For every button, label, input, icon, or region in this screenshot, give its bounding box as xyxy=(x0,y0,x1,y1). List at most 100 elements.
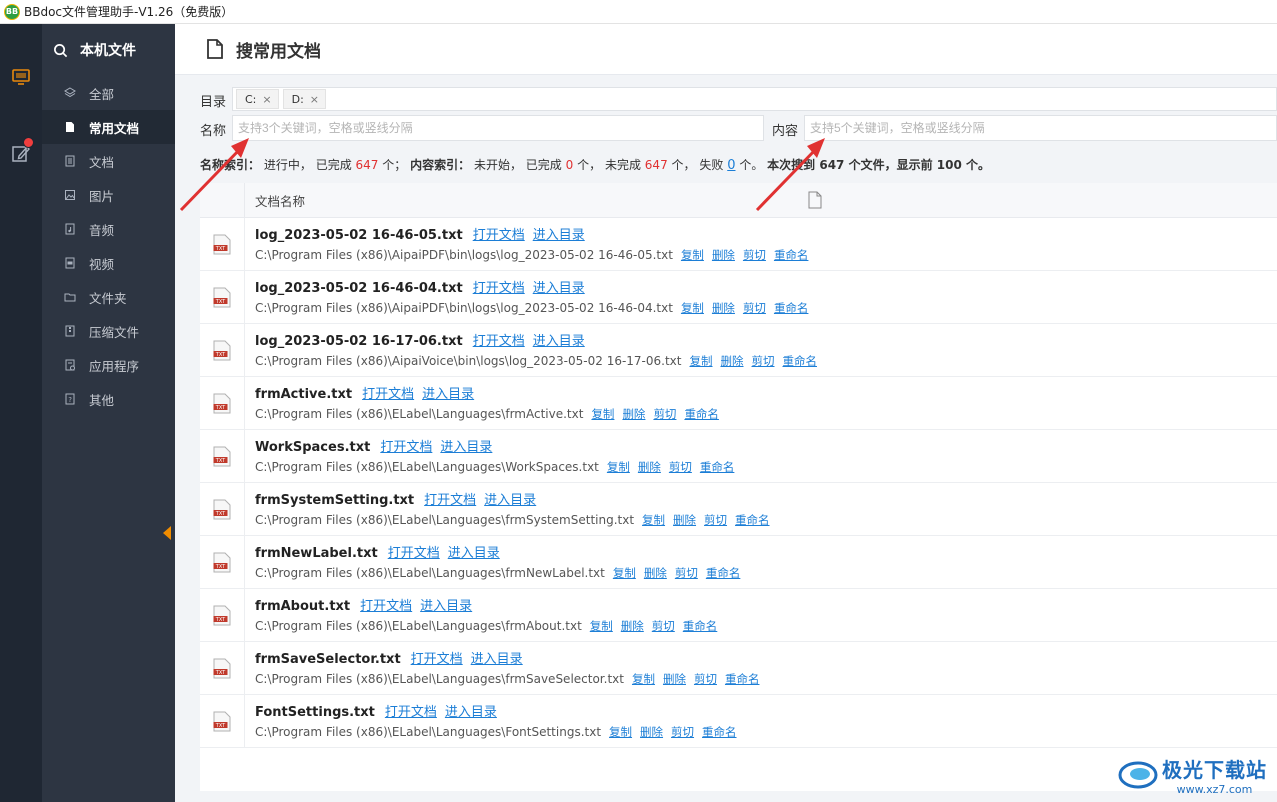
remove-chip-icon[interactable]: × xyxy=(262,93,271,106)
open-document-link[interactable]: 打开文档 xyxy=(380,436,432,455)
rail-edit-button[interactable] xyxy=(8,137,34,166)
open-folder-link[interactable]: 进入目录 xyxy=(533,330,585,349)
cut-link[interactable]: 剪切 xyxy=(652,618,675,634)
rename-link[interactable]: 重命名 xyxy=(683,618,718,634)
copy-link[interactable]: 复制 xyxy=(607,459,630,475)
cut-link[interactable]: 剪切 xyxy=(743,247,766,263)
delete-link[interactable]: 删除 xyxy=(663,671,686,687)
open-folder-link[interactable]: 进入目录 xyxy=(533,277,585,296)
dir-chip-c[interactable]: C: × xyxy=(236,89,279,109)
rename-link[interactable]: 重命名 xyxy=(735,512,770,528)
table-row[interactable]: TXT frmSaveSelector.txt 打开文档 进入目录 C:\Pro… xyxy=(200,642,1277,695)
folder-icon xyxy=(64,293,76,302)
open-document-link[interactable]: 打开文档 xyxy=(360,595,412,614)
copy-link[interactable]: 复制 xyxy=(591,406,614,422)
undone-count: 647 xyxy=(644,158,668,172)
delete-link[interactable]: 删除 xyxy=(644,565,667,581)
open-document-link[interactable]: 打开文档 xyxy=(362,383,414,402)
delete-link[interactable]: 删除 xyxy=(712,247,735,263)
table-row[interactable]: TXT log_2023-05-02 16-46-04.txt 打开文档 进入目… xyxy=(200,271,1277,324)
open-folder-link[interactable]: 进入目录 xyxy=(533,224,585,243)
open-folder-link[interactable]: 进入目录 xyxy=(484,489,536,508)
delete-link[interactable]: 删除 xyxy=(640,724,663,740)
copy-link[interactable]: 复制 xyxy=(632,671,655,687)
open-document-link[interactable]: 打开文档 xyxy=(424,489,476,508)
table-row[interactable]: TXT frmAbout.txt 打开文档 进入目录 C:\Program Fi… xyxy=(200,589,1277,642)
delete-link[interactable]: 删除 xyxy=(622,406,645,422)
open-document-link[interactable]: 打开文档 xyxy=(473,224,525,243)
rail-local-files-button[interactable] xyxy=(8,64,34,90)
dir-selector[interactable]: C: × D: × xyxy=(232,87,1277,111)
rename-link[interactable]: 重命名 xyxy=(706,565,741,581)
cut-link[interactable]: 剪切 xyxy=(752,353,775,369)
cut-link[interactable]: 剪切 xyxy=(694,671,717,687)
cut-link[interactable]: 剪切 xyxy=(743,300,766,316)
delete-link[interactable]: 删除 xyxy=(721,353,744,369)
table-row[interactable]: TXT FontSettings.txt 打开文档 进入目录 C:\Progra… xyxy=(200,695,1277,748)
table-row[interactable]: TXT frmSystemSetting.txt 打开文档 进入目录 C:\Pr… xyxy=(200,483,1277,536)
file-name: FontSettings.txt xyxy=(255,705,375,720)
content-done-count: 0 xyxy=(565,158,574,172)
delete-link[interactable]: 删除 xyxy=(621,618,644,634)
sidebar-item-apps[interactable]: 应用程序 xyxy=(42,348,175,382)
table-row[interactable]: TXT WorkSpaces.txt 打开文档 进入目录 C:\Program … xyxy=(200,430,1277,483)
copy-link[interactable]: 复制 xyxy=(609,724,632,740)
collapse-sidebar-arrow-icon[interactable] xyxy=(163,526,171,540)
sidebar-item-folders[interactable]: 文件夹 xyxy=(42,280,175,314)
copy-link[interactable]: 复制 xyxy=(642,512,665,528)
row-content: frmSystemSetting.txt 打开文档 进入目录 C:\Progra… xyxy=(245,483,778,535)
cut-link[interactable]: 剪切 xyxy=(653,406,676,422)
content-search-input[interactable] xyxy=(804,115,1277,141)
copy-link[interactable]: 复制 xyxy=(681,247,704,263)
open-folder-link[interactable]: 进入目录 xyxy=(420,595,472,614)
open-folder-link[interactable]: 进入目录 xyxy=(422,383,474,402)
open-folder-link[interactable]: 进入目录 xyxy=(448,542,500,561)
delete-link[interactable]: 删除 xyxy=(638,459,661,475)
sidebar-item-video[interactable]: 视频 xyxy=(42,246,175,280)
sidebar-item-images[interactable]: 图片 xyxy=(42,178,175,212)
rename-link[interactable]: 重命名 xyxy=(684,406,719,422)
copy-link[interactable]: 复制 xyxy=(690,353,713,369)
table-row[interactable]: TXT log_2023-05-02 16-17-06.txt 打开文档 进入目… xyxy=(200,324,1277,377)
rename-link[interactable]: 重命名 xyxy=(774,300,809,316)
failed-count-link[interactable]: 0 xyxy=(727,158,735,173)
delete-link[interactable]: 删除 xyxy=(673,512,696,528)
sidebar-item-archives[interactable]: 压缩文件 xyxy=(42,314,175,348)
cut-link[interactable]: 剪切 xyxy=(671,724,694,740)
sidebar-item-other[interactable]: ? 其他 xyxy=(42,382,175,416)
cut-link[interactable]: 剪切 xyxy=(669,459,692,475)
name-search-input[interactable] xyxy=(232,115,764,141)
open-document-link[interactable]: 打开文档 xyxy=(411,648,463,667)
copy-link[interactable]: 复制 xyxy=(613,565,636,581)
rename-link[interactable]: 重命名 xyxy=(783,353,818,369)
delete-link[interactable]: 删除 xyxy=(712,300,735,316)
page-header: 搜常用文档 xyxy=(175,24,1277,75)
sidebar-item-common-docs[interactable]: 常用文档 xyxy=(42,110,175,144)
dir-chip-d[interactable]: D: × xyxy=(282,89,327,109)
open-folder-link[interactable]: 进入目录 xyxy=(471,648,523,667)
remove-chip-icon[interactable]: × xyxy=(310,93,319,106)
rename-link[interactable]: 重命名 xyxy=(702,724,737,740)
rename-link[interactable]: 重命名 xyxy=(774,247,809,263)
cut-link[interactable]: 剪切 xyxy=(704,512,727,528)
video-icon xyxy=(65,257,75,269)
rename-link[interactable]: 重命名 xyxy=(725,671,760,687)
sidebar-item-docs[interactable]: 文档 xyxy=(42,144,175,178)
copy-link[interactable]: 复制 xyxy=(590,618,613,634)
cut-link[interactable]: 剪切 xyxy=(675,565,698,581)
open-document-link[interactable]: 打开文档 xyxy=(473,277,525,296)
results-table: 文档名称 TXT log_2023-05-02 16-46-05.txt 打开文… xyxy=(200,182,1277,791)
table-row[interactable]: TXT frmNewLabel.txt 打开文档 进入目录 C:\Program… xyxy=(200,536,1277,589)
sidebar-item-audio[interactable]: 音频 xyxy=(42,212,175,246)
open-document-link[interactable]: 打开文档 xyxy=(385,701,437,720)
open-folder-link[interactable]: 进入目录 xyxy=(440,436,492,455)
open-document-link[interactable]: 打开文档 xyxy=(388,542,440,561)
table-row[interactable]: TXT log_2023-05-02 16-46-05.txt 打开文档 进入目… xyxy=(200,218,1277,271)
sidebar-item-all[interactable]: 全部 xyxy=(42,76,175,110)
sidebar-item-label: 文件夹 xyxy=(89,290,127,306)
open-folder-link[interactable]: 进入目录 xyxy=(445,701,497,720)
open-document-link[interactable]: 打开文档 xyxy=(473,330,525,349)
copy-link[interactable]: 复制 xyxy=(681,300,704,316)
table-row[interactable]: TXT frmActive.txt 打开文档 进入目录 C:\Program F… xyxy=(200,377,1277,430)
rename-link[interactable]: 重命名 xyxy=(700,459,735,475)
